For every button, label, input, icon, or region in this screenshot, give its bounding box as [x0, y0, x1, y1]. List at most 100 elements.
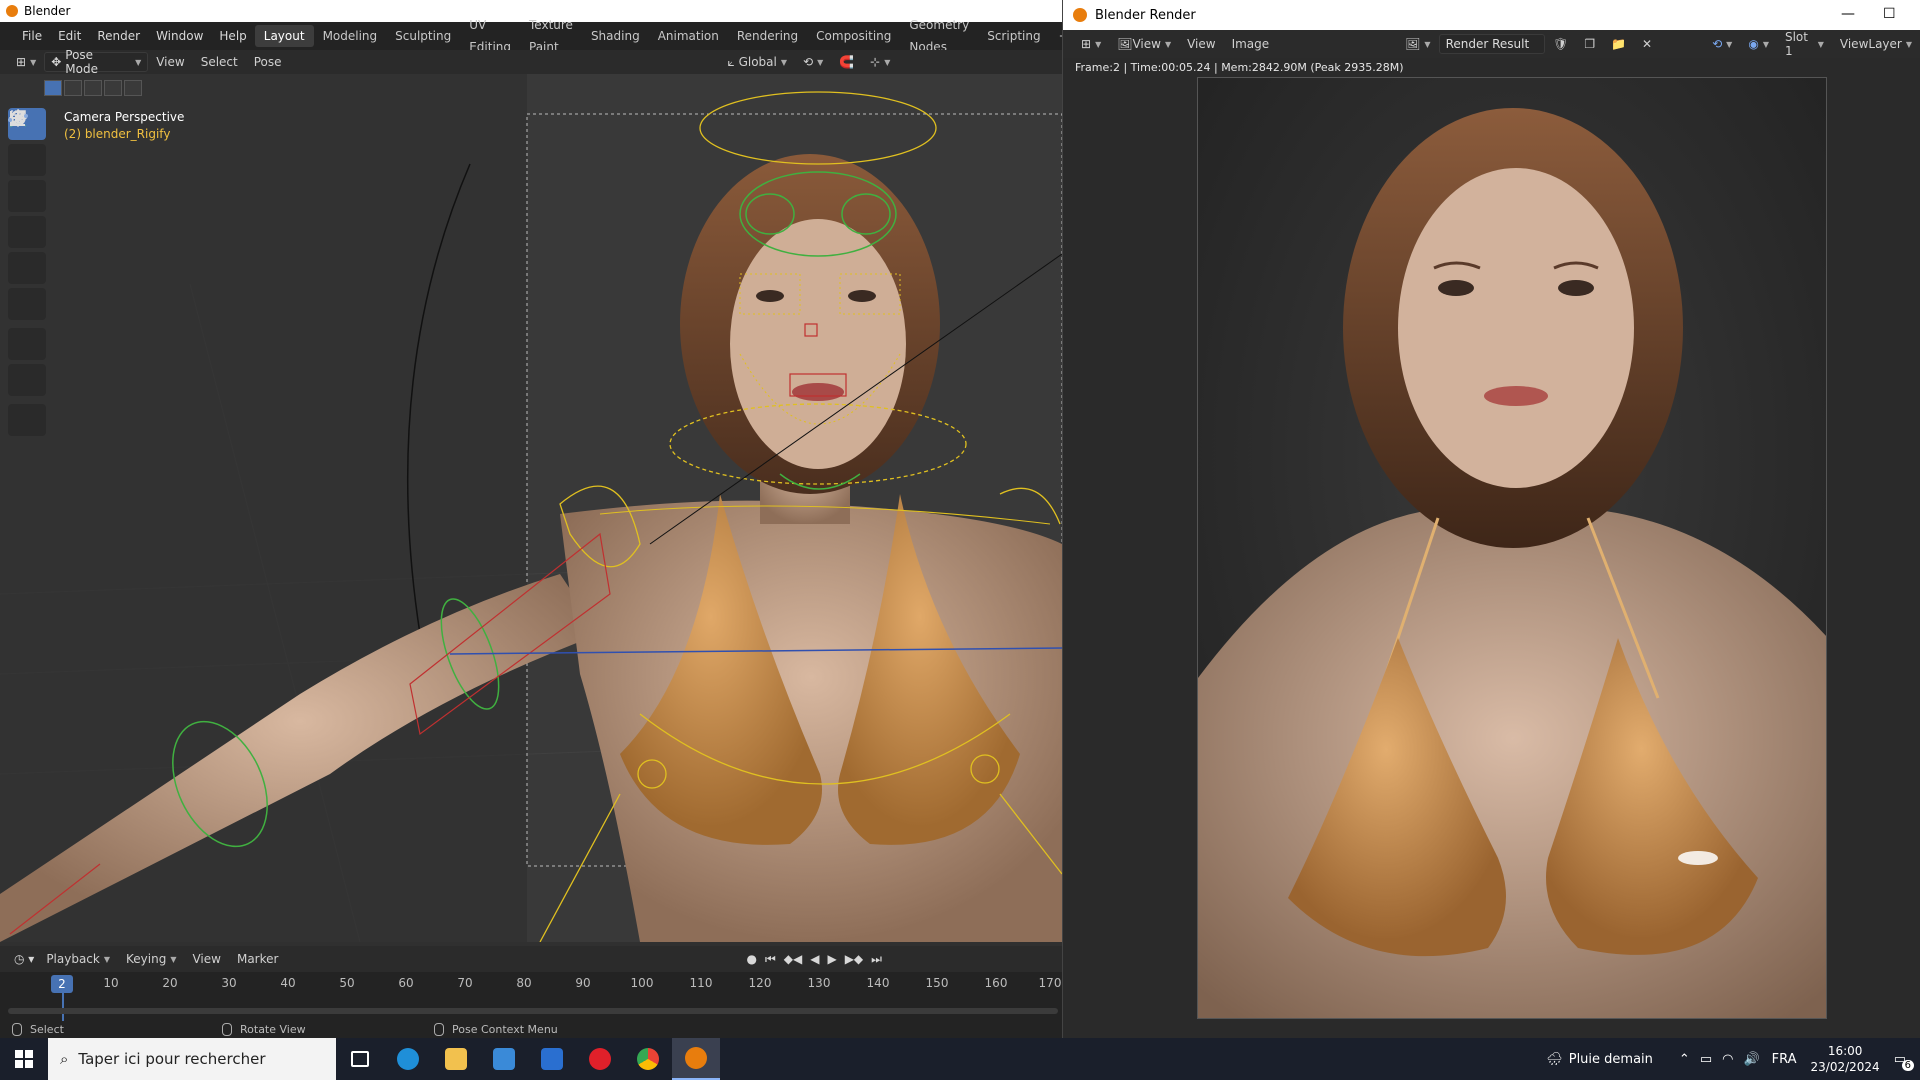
select-mode-subtract-icon[interactable] [84, 80, 102, 96]
fake-user-icon[interactable]: 🛡 [1545, 37, 1576, 51]
weather-text[interactable]: Pluie demain [1569, 1052, 1653, 1067]
play-icon[interactable]: ▶ [827, 952, 836, 966]
transform-orientation-dropdown[interactable]: ⟀ Global ▼ [720, 55, 795, 70]
timeline-scrollbar[interactable] [8, 1008, 1058, 1014]
3d-viewport[interactable]: Camera Perspective (2) blender_Rigify [0, 74, 1062, 942]
select-mode-intersect-icon[interactable] [124, 80, 142, 96]
chrome-icon[interactable] [624, 1038, 672, 1080]
annotate-tool[interactable] [8, 113, 46, 360]
clock-date: 23/02/2024 [1810, 1060, 1880, 1074]
menu-pose[interactable]: Pose [246, 55, 290, 69]
tab-modeling[interactable]: Modeling [314, 25, 387, 47]
frame-number: 40 [280, 976, 296, 990]
device-icon[interactable]: ▭ [1700, 1052, 1712, 1067]
tab-animation[interactable]: Animation [649, 25, 728, 47]
mail-icon[interactable] [528, 1038, 576, 1080]
image-name-field[interactable]: Render Result [1438, 34, 1546, 54]
mode-dropdown[interactable]: ✥ Pose Mode ▼ [44, 48, 149, 76]
taskbar-search[interactable]: ⌕ Taper ici pour rechercher [48, 1038, 336, 1080]
jump-end-icon[interactable]: ⏭ [871, 952, 882, 967]
active-object-label: (2) blender_Rigify [64, 127, 171, 141]
bone-envelope-tool[interactable] [8, 114, 46, 436]
select-mode-invert-icon[interactable] [104, 80, 122, 96]
menu-edit[interactable]: Edit [50, 22, 89, 50]
menu-view[interactable]: View [148, 55, 192, 69]
view-mode-dropdown[interactable]: 🖼 View ▼ [1109, 37, 1179, 51]
tab-rendering[interactable]: Rendering [728, 25, 807, 47]
taskbar-clock[interactable]: 16:00 23/02/2024 [1811, 1043, 1880, 1075]
menu-window[interactable]: Window [148, 22, 211, 50]
measure-tool[interactable] [8, 111, 46, 396]
select-mode-new-icon[interactable] [44, 80, 62, 96]
new-image-icon[interactable]: ❐ [1576, 37, 1603, 51]
opera-icon[interactable] [576, 1038, 624, 1080]
render-window-title: Blender Render [1095, 7, 1196, 23]
menu-select[interactable]: Select [193, 55, 246, 69]
blender-taskbar-icon[interactable] [672, 1038, 720, 1080]
menu-render-view[interactable]: View [1179, 37, 1223, 51]
select-mode-extend-icon[interactable] [64, 80, 82, 96]
menu-help[interactable]: Help [211, 22, 254, 50]
menu-image[interactable]: Image [1224, 37, 1278, 51]
minimize-icon[interactable]: — [1841, 6, 1855, 22]
task-view-icon[interactable] [336, 1038, 384, 1080]
frame-number: 160 [984, 976, 1008, 990]
menu-playback[interactable]: Playback ▼ [38, 952, 118, 966]
rotate-tool[interactable] [8, 109, 46, 248]
gizmo-toggle-icon[interactable]: ⟲ ▼ [1704, 37, 1740, 51]
tab-layout[interactable]: Layout [254, 25, 314, 47]
jump-start-icon[interactable]: ⏮ [765, 952, 776, 967]
menu-timeline-view[interactable]: View [184, 952, 228, 966]
menu-render[interactable]: Render [89, 22, 148, 50]
pivot-point-icon[interactable]: ⟲ ▼ [795, 55, 831, 69]
wifi-icon[interactable]: ◠ [1722, 1052, 1733, 1067]
start-button[interactable] [0, 1038, 48, 1080]
clock-time: 16:00 [1827, 1044, 1863, 1058]
notification-icon[interactable]: ▭ 6 [1894, 1052, 1914, 1071]
frame-number: 130 [807, 976, 831, 990]
unlink-image-icon[interactable]: ✕ [1634, 37, 1660, 51]
scale-tool[interactable] [8, 110, 46, 284]
store-icon[interactable] [480, 1038, 528, 1080]
menu-file[interactable]: File [14, 22, 50, 50]
camera-perspective-label: Camera Perspective [64, 110, 185, 124]
edge-icon[interactable] [384, 1038, 432, 1080]
jump-keyframe-back-icon[interactable]: ◆◀ [784, 952, 802, 966]
tab-compositing[interactable]: Compositing [807, 25, 900, 47]
menu-marker[interactable]: Marker [229, 952, 286, 966]
record-icon[interactable]: ● [746, 952, 756, 966]
tray-expand-icon[interactable]: ⌃ [1679, 1052, 1690, 1067]
current-frame-indicator[interactable]: 2 [51, 975, 73, 993]
play-reverse-icon[interactable]: ◀ [810, 952, 819, 966]
playhead[interactable] [62, 993, 64, 1021]
timeline-editor-icon[interactable]: ◷ ▾ [14, 952, 34, 966]
image-editor-type-icon[interactable]: ⊞ ▼ [1073, 37, 1109, 51]
file-explorer-icon[interactable] [432, 1038, 480, 1080]
editor-type-icon[interactable]: ⊞ ▼ [8, 55, 44, 69]
slot-dropdown[interactable]: Slot 1 ▼ [1777, 30, 1832, 58]
cursor-tool[interactable] [8, 109, 46, 176]
overlay-toggle-icon[interactable]: ◉ ▼ [1740, 37, 1777, 51]
maximize-icon[interactable]: ☐ [1883, 6, 1896, 22]
snap-target-icon[interactable]: ⊹ ▼ [862, 55, 898, 69]
tab-scripting[interactable]: Scripting [978, 25, 1049, 47]
render-result-image[interactable] [1197, 77, 1827, 1019]
view-layer-dropdown[interactable]: ViewLayer ▼ [1832, 37, 1920, 51]
open-image-icon[interactable]: 📁 [1603, 37, 1634, 51]
jump-keyframe-forward-icon[interactable]: ▶◆ [845, 952, 863, 966]
frame-ruler[interactable]: 10 20 30 40 50 60 70 80 90 100 110 120 1… [0, 972, 1062, 994]
transform-tool[interactable] [8, 110, 46, 320]
tab-sculpting[interactable]: Sculpting [386, 25, 460, 47]
language-indicator[interactable]: FRA [1772, 1052, 1797, 1067]
move-tool[interactable] [8, 109, 46, 212]
timeline-area[interactable]: 10 20 30 40 50 60 70 80 90 100 110 120 1… [0, 972, 1062, 1022]
add-workspace-icon[interactable]: + [1050, 25, 1062, 47]
notification-count: 6 [1901, 1059, 1914, 1071]
weather-icon[interactable]: 🌧 [1546, 1052, 1563, 1067]
volume-icon[interactable]: 🔊 [1743, 1052, 1759, 1067]
menu-keying[interactable]: Keying ▼ [118, 952, 184, 966]
tab-shading[interactable]: Shading [582, 25, 649, 47]
render-image [1198, 78, 1826, 1018]
browse-image-icon[interactable]: 🖼 ▼ [1397, 37, 1438, 51]
snap-icon[interactable]: 🧲 [831, 55, 862, 69]
